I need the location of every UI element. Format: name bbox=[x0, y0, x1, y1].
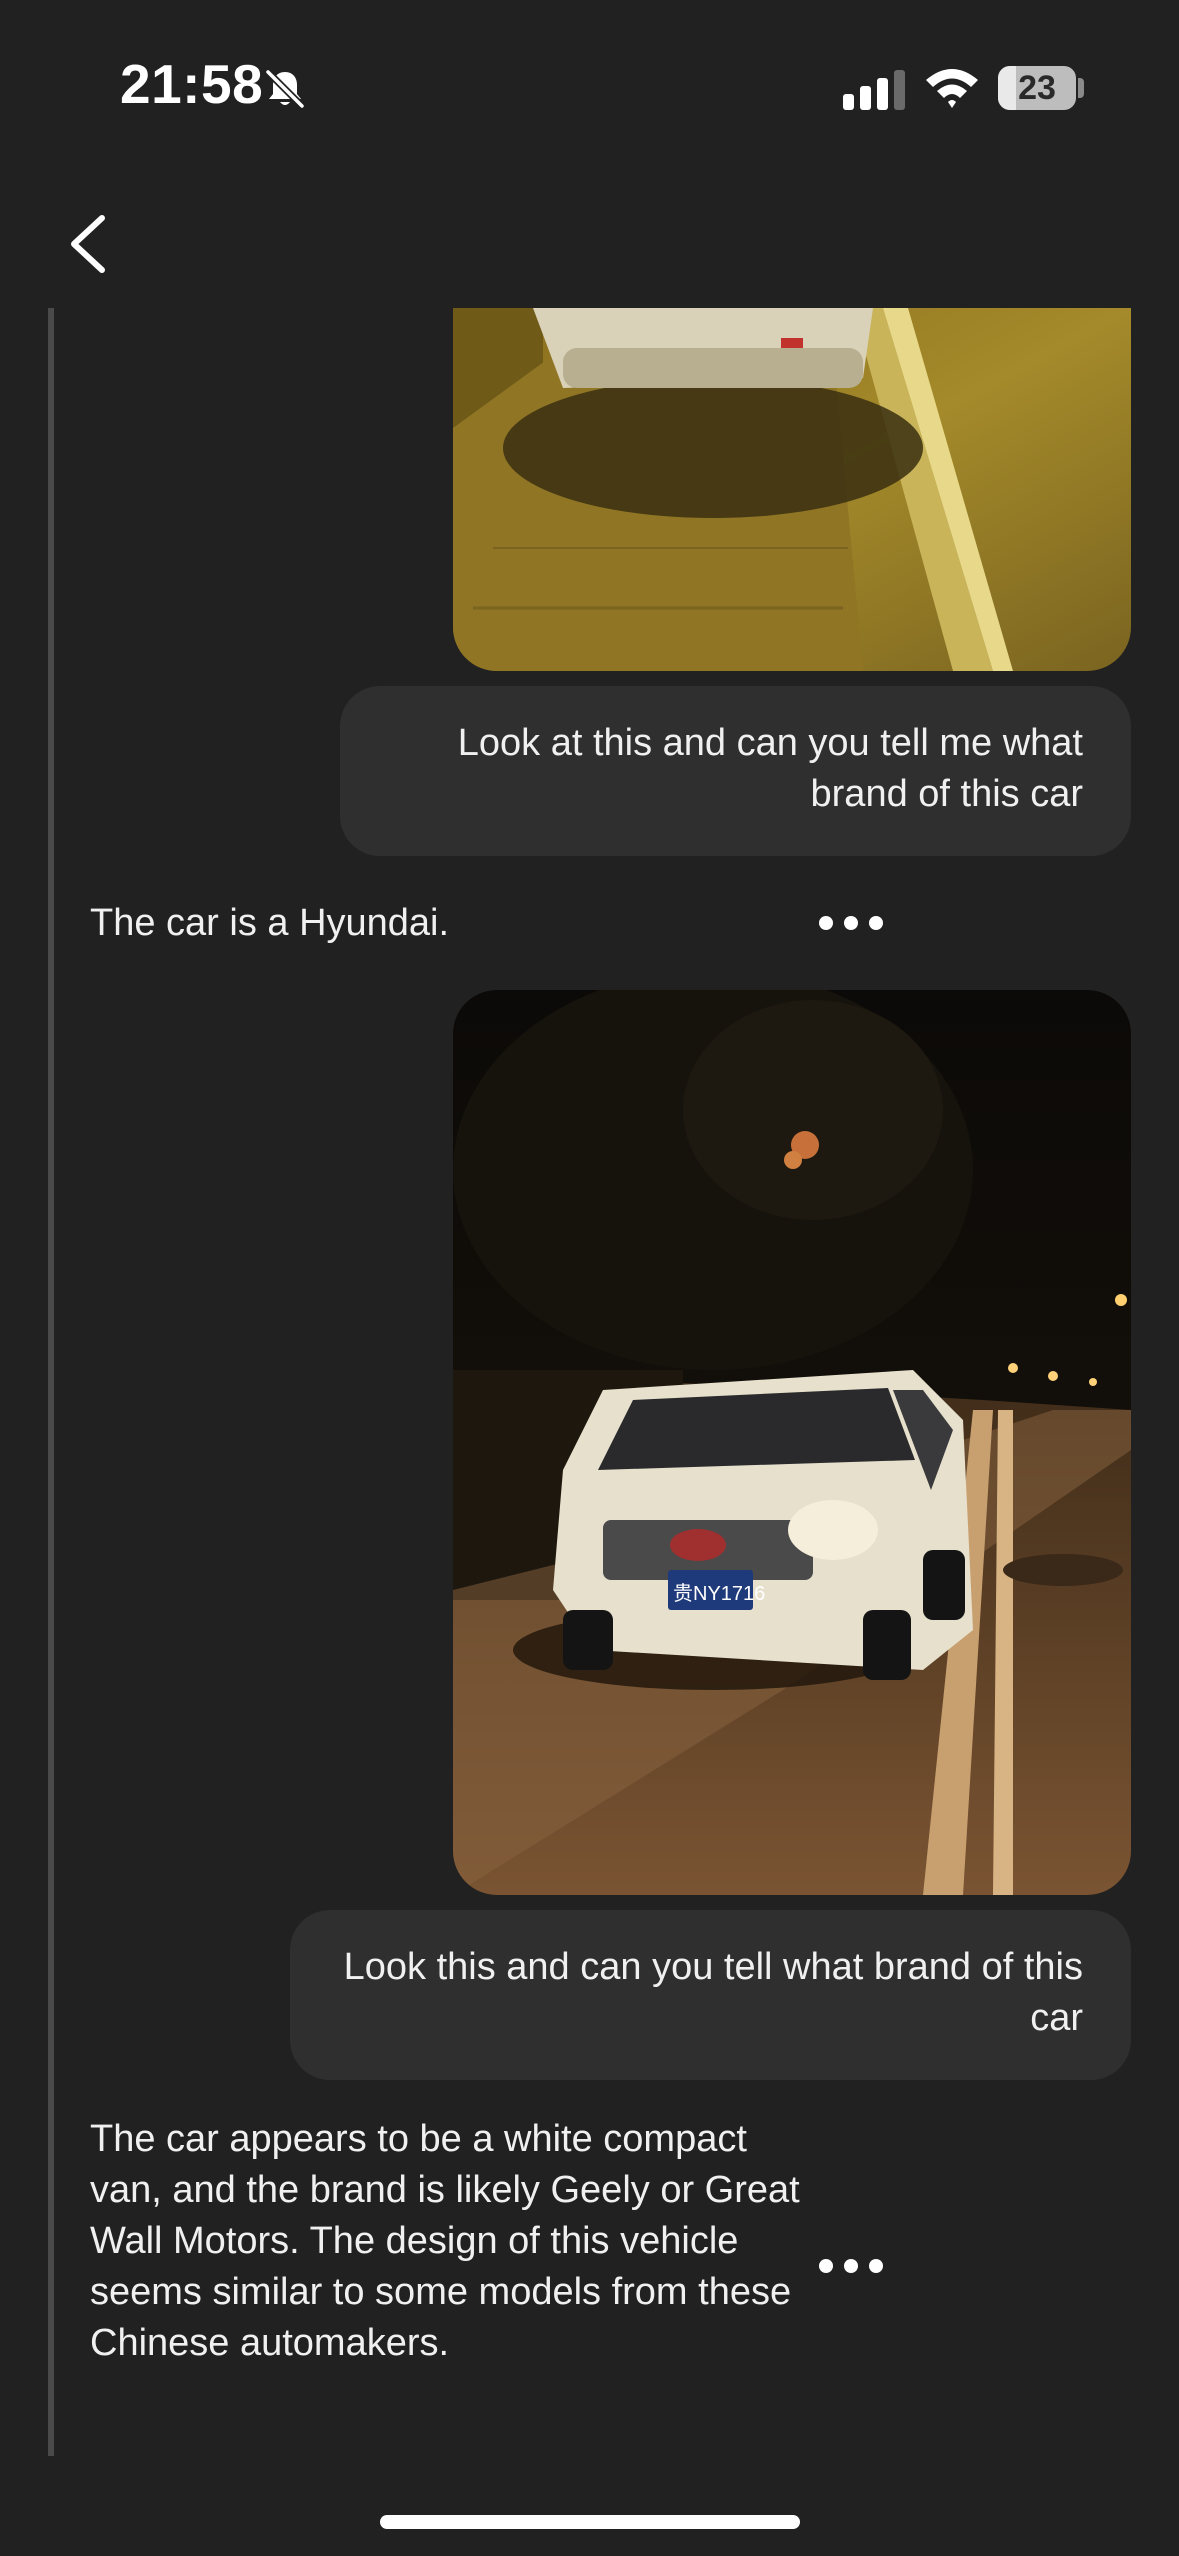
battery-nub bbox=[1078, 78, 1084, 98]
user-message-bubble: Look at this and can you tell me what br… bbox=[340, 686, 1131, 856]
home-indicator[interactable] bbox=[380, 2515, 800, 2529]
more-horizontal-icon[interactable] bbox=[818, 913, 884, 933]
status-time: 21:58 bbox=[120, 53, 264, 115]
wifi-icon bbox=[926, 69, 978, 108]
message-photo-1[interactable] bbox=[453, 308, 1131, 671]
more-horizontal-icon[interactable] bbox=[818, 2256, 884, 2276]
bell-slash-icon bbox=[265, 69, 305, 109]
cellular-signal-icon bbox=[843, 70, 905, 110]
battery-percent: 23 bbox=[1018, 69, 1056, 107]
user-message-text: Look at this and can you tell me what br… bbox=[457, 722, 1083, 815]
plate-text: 贵NY1716 bbox=[673, 1582, 765, 1605]
message-photo-2[interactable]: 贵NY1716 bbox=[453, 990, 1131, 1895]
battery-indicator: 23 bbox=[998, 66, 1076, 110]
user-message-text: Look this and can you tell what brand of… bbox=[343, 1946, 1083, 2039]
chevron-left-icon[interactable] bbox=[62, 212, 114, 276]
assistant-message-text: The car is a Hyundai. bbox=[90, 902, 450, 944]
user-message-bubble: Look this and can you tell what brand of… bbox=[290, 1910, 1131, 2080]
assistant-message-text: The car appears to be a white compact va… bbox=[90, 2118, 800, 2364]
thread-line bbox=[48, 308, 54, 2456]
